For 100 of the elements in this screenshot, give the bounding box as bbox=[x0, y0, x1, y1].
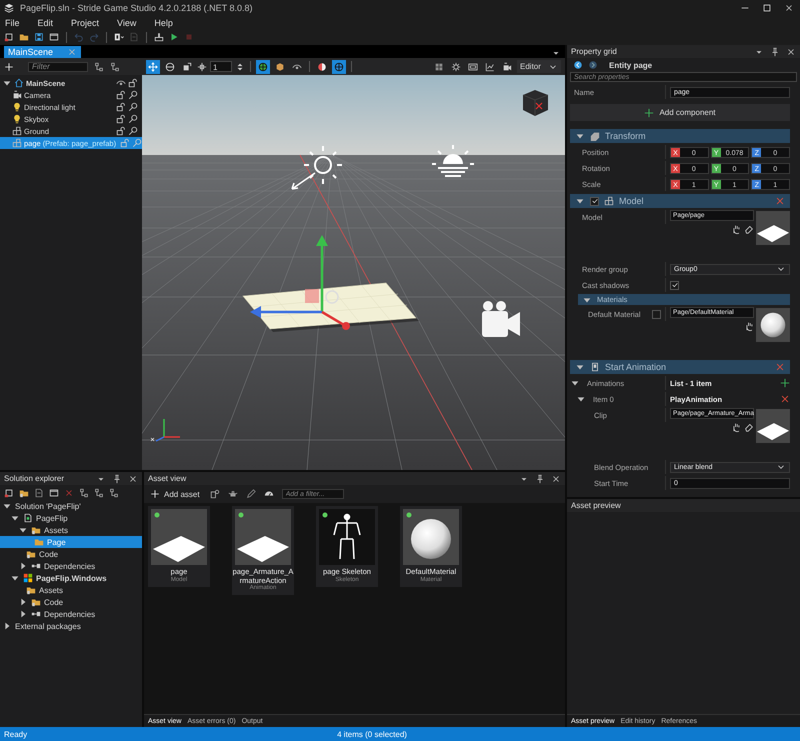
lock-icon[interactable] bbox=[116, 90, 126, 100]
cube-icon[interactable] bbox=[275, 62, 285, 72]
menu-item[interactable]: Edit bbox=[38, 18, 54, 28]
eye-icon[interactable] bbox=[116, 78, 126, 88]
back-icon[interactable] bbox=[573, 60, 583, 70]
eraser-icon[interactable] bbox=[744, 422, 754, 432]
snap-icon[interactable] bbox=[197, 62, 207, 72]
lock-icon[interactable] bbox=[116, 126, 126, 136]
checkbox[interactable] bbox=[670, 280, 679, 290]
play-icon[interactable] bbox=[169, 32, 179, 42]
camera-icon[interactable] bbox=[482, 301, 520, 337]
add-icon[interactable] bbox=[780, 378, 790, 388]
chart-icon[interactable] bbox=[485, 62, 495, 72]
magnifier-icon[interactable] bbox=[128, 126, 138, 136]
maximize-icon[interactable] bbox=[762, 3, 772, 13]
tree-item[interactable]: Code bbox=[0, 548, 142, 560]
hand-icon[interactable] bbox=[744, 321, 754, 331]
hierarchy-icon[interactable] bbox=[94, 62, 104, 72]
tree-item[interactable]: External packages bbox=[0, 620, 142, 632]
filter-field[interactable]: Filter bbox=[28, 62, 88, 72]
camera-mode-dropdown[interactable]: Editor bbox=[517, 60, 561, 73]
lock-icon[interactable] bbox=[116, 114, 126, 124]
camera-icon[interactable] bbox=[502, 62, 512, 72]
tree-item[interactable]: Solution 'PageFlip' bbox=[0, 500, 142, 512]
magnifier-icon[interactable] bbox=[128, 114, 138, 124]
document-icon[interactable] bbox=[34, 488, 44, 498]
skybox-icon[interactable] bbox=[431, 144, 475, 177]
tree-item[interactable]: PageFlip.Windows bbox=[0, 572, 142, 584]
solution-file-icon[interactable] bbox=[114, 32, 124, 42]
new-scene-icon[interactable] bbox=[4, 32, 14, 42]
tree-item[interactable]: Assets bbox=[0, 584, 142, 596]
scale-icon[interactable] bbox=[182, 62, 192, 72]
document-tab[interactable]: MainScene bbox=[4, 46, 82, 58]
remove-icon[interactable] bbox=[775, 362, 785, 372]
tree-item[interactable]: Dependencies bbox=[0, 608, 142, 620]
window-icon[interactable] bbox=[49, 488, 59, 498]
add-component-button[interactable]: Add component bbox=[570, 104, 790, 121]
menu-item[interactable]: Help bbox=[154, 18, 173, 28]
hand-icon[interactable] bbox=[731, 422, 742, 432]
gear-icon[interactable] bbox=[451, 62, 461, 72]
close-icon[interactable] bbox=[784, 3, 794, 13]
save-icon[interactable] bbox=[34, 32, 44, 42]
lock-icon[interactable] bbox=[128, 78, 138, 88]
translate-gizmo-icon[interactable] bbox=[250, 235, 350, 330]
teapot-icon[interactable] bbox=[228, 489, 238, 499]
component-header[interactable]: Transform bbox=[570, 129, 790, 143]
tree-item[interactable]: Assets bbox=[0, 524, 142, 536]
menu-item[interactable]: Project bbox=[71, 18, 100, 28]
grid-icon[interactable] bbox=[434, 62, 444, 72]
tree-item[interactable]: Code bbox=[0, 596, 142, 608]
tree-item[interactable]: Dependencies bbox=[0, 560, 142, 572]
globe-icon[interactable] bbox=[334, 62, 344, 72]
pencil-icon[interactable] bbox=[246, 489, 256, 499]
hierarchy-icon[interactable] bbox=[94, 488, 104, 498]
override-checkbox[interactable] bbox=[652, 310, 661, 318]
spinner-arrows-icon[interactable] bbox=[235, 62, 245, 72]
component-header[interactable]: Model bbox=[570, 194, 790, 208]
enable-checkbox[interactable] bbox=[590, 196, 599, 206]
view-cube-icon[interactable] bbox=[522, 90, 548, 116]
axis-gizmo-icon[interactable] bbox=[150, 419, 180, 442]
new-scene-icon[interactable] bbox=[4, 488, 14, 498]
hierarchy-icon[interactable] bbox=[109, 488, 119, 498]
hierarchy-icon[interactable] bbox=[79, 488, 89, 498]
globe-icon[interactable] bbox=[258, 62, 268, 72]
menu-item[interactable]: File bbox=[5, 18, 20, 28]
close-icon[interactable] bbox=[551, 474, 561, 484]
tree-item[interactable]: Page bbox=[0, 536, 142, 548]
magnifier-icon[interactable] bbox=[128, 102, 138, 112]
pin-icon[interactable] bbox=[535, 474, 545, 484]
plus-icon[interactable] bbox=[4, 62, 14, 72]
window-icon[interactable] bbox=[49, 32, 59, 42]
eraser-icon[interactable] bbox=[744, 224, 754, 234]
add-asset-button[interactable]: Add asset bbox=[148, 488, 202, 500]
move-icon[interactable] bbox=[148, 62, 158, 72]
folder-icon[interactable] bbox=[19, 32, 29, 42]
build-icon[interactable] bbox=[154, 32, 164, 42]
import-icon[interactable] bbox=[210, 489, 220, 499]
forward-icon[interactable] bbox=[588, 60, 598, 70]
snap-value-field[interactable]: 1 bbox=[210, 61, 232, 72]
magnifier-icon[interactable] bbox=[128, 90, 138, 100]
hand-icon[interactable] bbox=[731, 224, 742, 234]
gauge-icon[interactable] bbox=[264, 489, 274, 499]
tree-item[interactable]: PageFlip bbox=[0, 512, 142, 524]
plane-model-drawing[interactable] bbox=[242, 282, 419, 332]
hierarchy-icon[interactable] bbox=[110, 62, 120, 72]
directional-light-icon[interactable] bbox=[291, 145, 343, 190]
rotate-icon[interactable] bbox=[165, 62, 175, 72]
close-icon[interactable] bbox=[786, 46, 796, 56]
delete-icon[interactable] bbox=[64, 488, 74, 498]
pin-icon[interactable] bbox=[770, 46, 780, 56]
remove-icon[interactable] bbox=[775, 196, 785, 206]
component-header[interactable]: Start Animation bbox=[570, 360, 790, 374]
close-icon[interactable] bbox=[128, 474, 138, 484]
half-circle-icon[interactable] bbox=[317, 62, 327, 72]
menu-item[interactable]: View bbox=[117, 18, 136, 28]
asset-folder-icon[interactable] bbox=[19, 488, 29, 498]
pin-icon[interactable] bbox=[112, 474, 122, 484]
screen-icon[interactable] bbox=[468, 62, 478, 72]
remove-icon[interactable] bbox=[780, 394, 790, 404]
lock-icon[interactable] bbox=[116, 102, 126, 112]
